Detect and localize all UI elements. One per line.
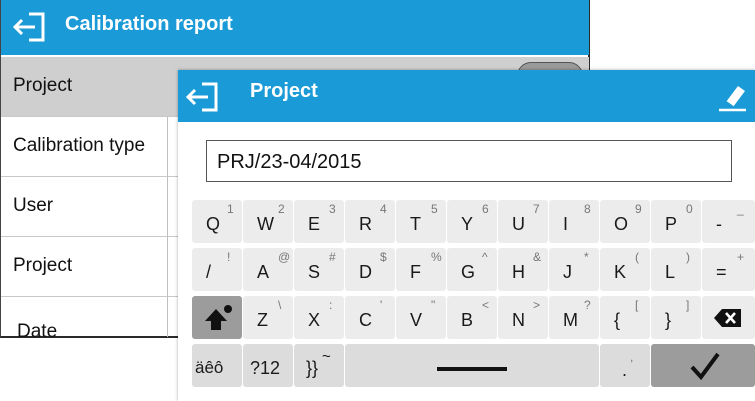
key-equals[interactable]: = + xyxy=(702,248,755,291)
key-d[interactable]: D $ xyxy=(345,248,395,291)
key-z[interactable]: Z \ xyxy=(243,296,293,339)
background-header: Calibration report xyxy=(1,0,589,55)
key-v[interactable]: V " xyxy=(396,296,446,339)
key-minus[interactable]: - _ xyxy=(702,200,755,243)
key-h[interactable]: H & xyxy=(498,248,548,291)
key-p[interactable]: P0 xyxy=(651,200,701,243)
key-x[interactable]: X: xyxy=(294,296,344,339)
key-o[interactable]: O9 xyxy=(600,200,650,243)
checkmark-icon xyxy=(690,352,720,381)
dialog-title: Project xyxy=(250,80,318,102)
key-s[interactable]: S # xyxy=(294,248,344,291)
key-q[interactable]: Q1 xyxy=(192,200,242,243)
key-u[interactable]: U7 xyxy=(498,200,548,243)
key-w[interactable]: W2 xyxy=(243,200,293,243)
back-icon[interactable] xyxy=(11,10,51,44)
key-y[interactable]: Y6 xyxy=(447,200,497,243)
key-a[interactable]: A @ xyxy=(243,248,293,291)
key-n[interactable]: N > xyxy=(498,296,548,339)
space-icon xyxy=(437,367,507,371)
key-l[interactable]: L) xyxy=(651,248,701,291)
project-input[interactable]: PRJ/23-04/2015 xyxy=(206,140,732,182)
key-left-brace[interactable]: {[ xyxy=(600,296,650,339)
backspace-key[interactable] xyxy=(702,296,755,339)
key-k[interactable]: K( xyxy=(600,248,650,291)
key-m[interactable]: M? xyxy=(549,296,599,339)
shift-arrow-icon xyxy=(205,305,232,330)
key-r[interactable]: R4 xyxy=(345,200,395,243)
key-j[interactable]: J * xyxy=(549,248,599,291)
key-period[interactable]: ., xyxy=(600,344,650,387)
key-c[interactable]: C ' xyxy=(345,296,395,339)
key-right-brace[interactable]: }] xyxy=(651,296,701,339)
space-key[interactable] xyxy=(345,344,599,387)
back-icon[interactable] xyxy=(184,80,224,114)
shift-key[interactable] xyxy=(192,296,242,339)
numbers-key[interactable]: ?12 xyxy=(243,344,293,387)
dialog-header: Project xyxy=(178,70,755,122)
eraser-icon[interactable] xyxy=(716,80,748,112)
symbols-key[interactable]: }} ~ xyxy=(294,344,344,387)
key-i[interactable]: I8 xyxy=(549,200,599,243)
column-divider xyxy=(167,117,168,337)
key-g[interactable]: G ^ xyxy=(447,248,497,291)
key-slash[interactable]: /! xyxy=(192,248,242,291)
key-f[interactable]: F% xyxy=(396,248,446,291)
project-dialog: Project PRJ/23-04/2015 Q1 W2 E3 R4 T5 Y6… xyxy=(178,70,755,401)
key-b[interactable]: B < xyxy=(447,296,497,339)
enter-key[interactable] xyxy=(651,344,755,387)
accent-key[interactable]: äêô xyxy=(192,344,242,387)
on-screen-keyboard: Q1 W2 E3 R4 T5 Y6 U7 I8 O9 P0 - _ /! A @ S… xyxy=(192,200,755,400)
background-title: Calibration report xyxy=(65,13,233,35)
key-e[interactable]: E3 xyxy=(294,200,344,243)
key-t[interactable]: T5 xyxy=(396,200,446,243)
backspace-icon xyxy=(714,309,741,327)
